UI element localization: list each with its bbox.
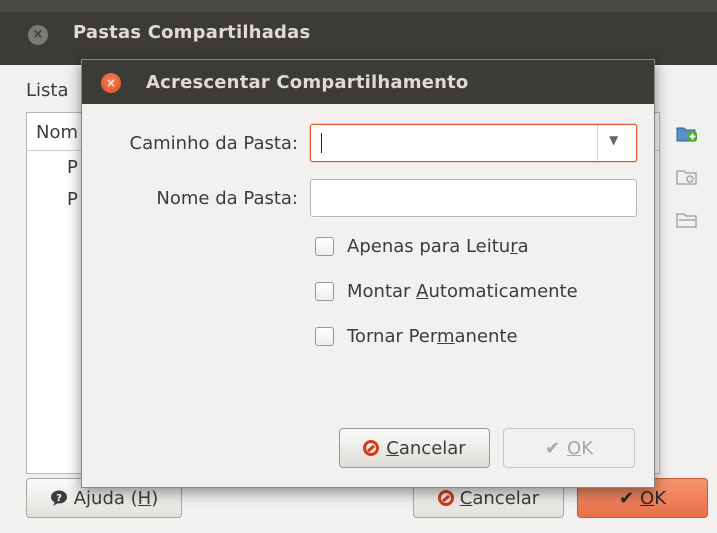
add-share-dialog: × Acrescentar Compartilhamento Caminho d… — [81, 59, 655, 488]
cancel-icon — [437, 490, 454, 506]
cancel-icon — [363, 440, 380, 456]
titlebar-strip — [0, 0, 717, 12]
read-only-label: Apenas para Leitura — [347, 235, 529, 257]
close-icon: × — [32, 27, 44, 42]
remove-folder-icon — [676, 213, 697, 228]
auto-mount-label: Montar Automaticamente — [347, 280, 578, 302]
dialog-titlebar: × Acrescentar Compartilhamento — [82, 60, 654, 104]
parent-close-button[interactable]: × — [28, 25, 48, 45]
dialog-ok-label: OK — [567, 437, 594, 459]
make-permanent-checkbox[interactable] — [315, 326, 334, 346]
auto-mount-checkbox[interactable] — [315, 281, 334, 301]
read-only-checkbox[interactable] — [315, 236, 334, 256]
dropdown-arrow-icon[interactable]: ▼ — [609, 133, 618, 147]
dialog-ok-button[interactable]: ✔ OK — [503, 428, 635, 468]
add-folder-icon[interactable] — [676, 123, 698, 143]
checkmark-icon: ✔ — [618, 487, 635, 509]
list-item[interactable]: P — [67, 157, 78, 178]
folder-name-label: Nome da Pasta: — [156, 188, 298, 209]
folder-path-label: Caminho da Pasta: — [129, 133, 298, 154]
dialog-cancel-label: Cancelar — [386, 437, 466, 459]
make-permanent-label: Tornar Permanente — [347, 325, 518, 347]
dialog-title: Acrescentar Compartilhamento — [146, 72, 469, 93]
column-header-name: Nom — [36, 122, 79, 143]
close-icon: × — [105, 76, 117, 90]
text-cursor — [321, 133, 322, 153]
make-permanent-checkbox-row[interactable]: Tornar Permanente — [315, 323, 518, 349]
folder-name-field[interactable] — [310, 179, 637, 217]
svg-text:?: ? — [56, 493, 62, 504]
list-item[interactable]: P — [67, 189, 78, 210]
dialog-cancel-button[interactable]: Cancelar — [339, 428, 490, 468]
combo-divider — [597, 125, 598, 161]
edit-folder-icon — [676, 170, 697, 185]
parent-window-title: Pastas Compartilhadas — [73, 22, 311, 43]
folder-path-combobox[interactable]: ▼ — [310, 124, 637, 162]
help-icon: ? — [50, 490, 67, 506]
cancel-button-label: Cancelar — [459, 487, 540, 509]
checkmark-icon: ✔ — [544, 437, 561, 459]
parent-titlebar: × Pastas Compartilhadas — [0, 0, 717, 65]
list-label: Lista — [26, 80, 69, 101]
auto-mount-checkbox-row[interactable]: Montar Automaticamente — [315, 278, 578, 304]
ok-button-label: OK — [640, 487, 667, 509]
help-button-label: Ajuda (H) — [73, 487, 159, 509]
read-only-checkbox-row[interactable]: Apenas para Leitura — [315, 233, 529, 259]
dialog-close-button[interactable]: × — [101, 73, 121, 93]
